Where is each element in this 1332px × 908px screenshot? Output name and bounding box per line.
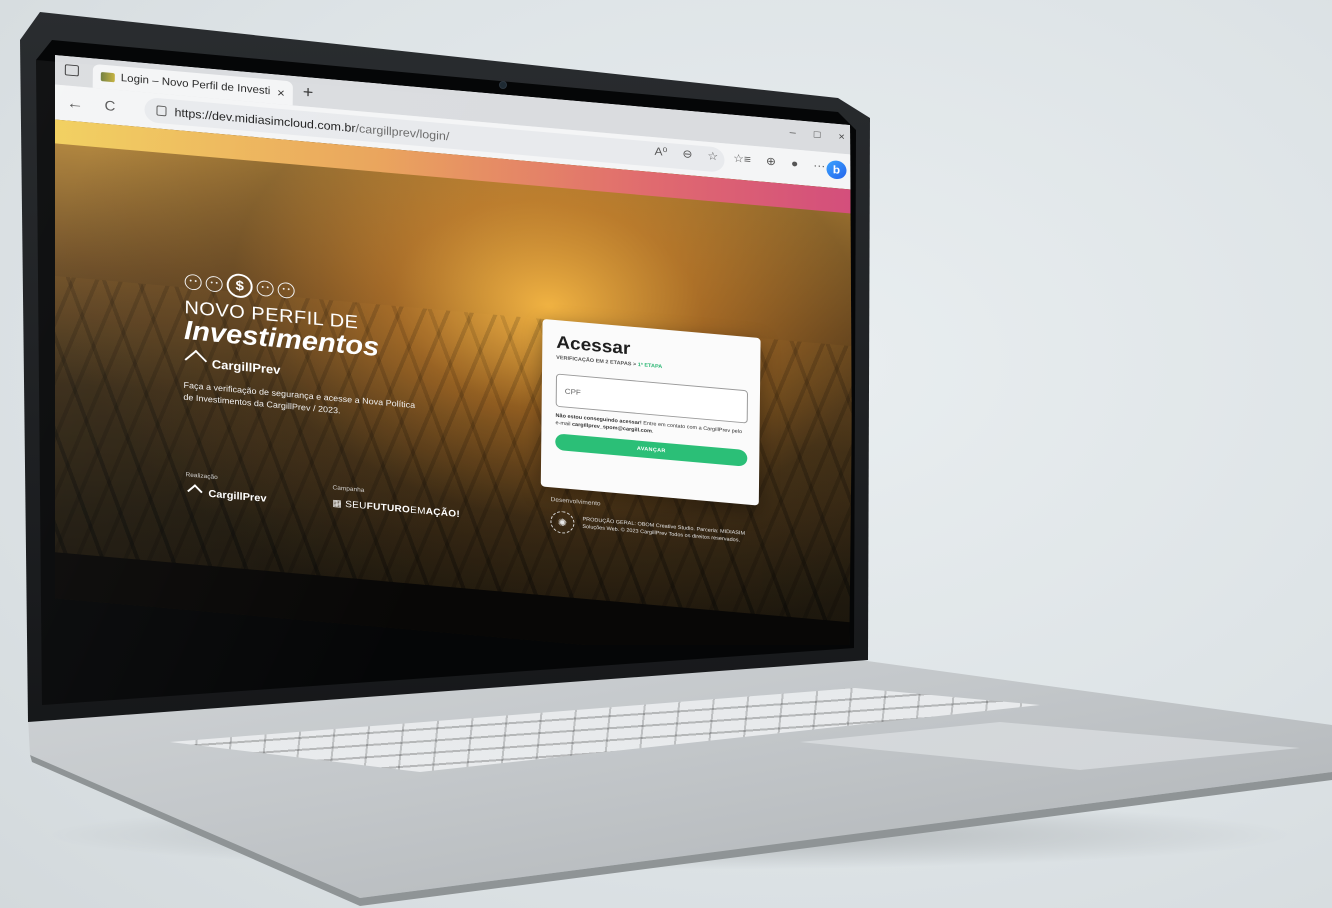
emoji-face-icon [256,279,274,297]
maximize-icon[interactable]: □ [814,129,821,141]
webcam [500,82,506,88]
emoji-face-icon [205,275,223,293]
octopus-logo-icon: ✺ [550,510,575,535]
hero-section: $ NOVO PERFIL DE Investimentos CargillPr… [183,269,444,425]
emoji-face-icon [184,273,202,291]
brand-name: CargillPrev [211,357,281,378]
login-page: $ NOVO PERFIL DE Investimentos CargillPr… [55,119,853,645]
step-label: 1ª ETAPA [637,362,663,370]
qr-icon: ▦ [332,498,346,510]
house-icon [184,350,208,372]
screen-viewport: Login – Novo Perfil de Investime × + ← C… [55,55,853,645]
house-icon [187,484,203,499]
dollar-icon: $ [226,272,253,299]
new-tab-button[interactable]: + [303,82,314,102]
profile-icon[interactable]: ● [791,157,798,171]
emoji-face-icon [277,281,295,299]
minimize-icon[interactable]: – [790,127,796,139]
sidebar-toggle-icon[interactable] [64,64,79,77]
more-icon[interactable]: ··· [813,159,825,173]
back-icon[interactable]: ← [66,94,83,114]
favicon-icon [100,71,115,83]
favorites-list-icon[interactable]: ☆≡ [733,152,751,166]
reload-icon[interactable]: C [104,98,115,115]
favorite-icon[interactable]: ☆ [707,149,718,163]
collections-icon[interactable]: ⊕ [766,154,776,168]
close-window-icon[interactable]: × [838,131,845,143]
bing-chat-button[interactable]: b [826,159,847,180]
zoom-icon[interactable]: ⊖ [682,147,692,161]
lock-icon[interactable] [156,105,167,117]
read-aloud-icon[interactable]: A⁰ [654,145,667,159]
login-card: Acessar VERIFICAÇÃO EM 2 ETAPAS > 1ª ETA… [540,318,761,506]
tab-close-icon[interactable]: × [277,85,285,99]
browser-window: Login – Novo Perfil de Investime × + ← C… [55,55,853,645]
bing-icon: b [826,159,847,180]
